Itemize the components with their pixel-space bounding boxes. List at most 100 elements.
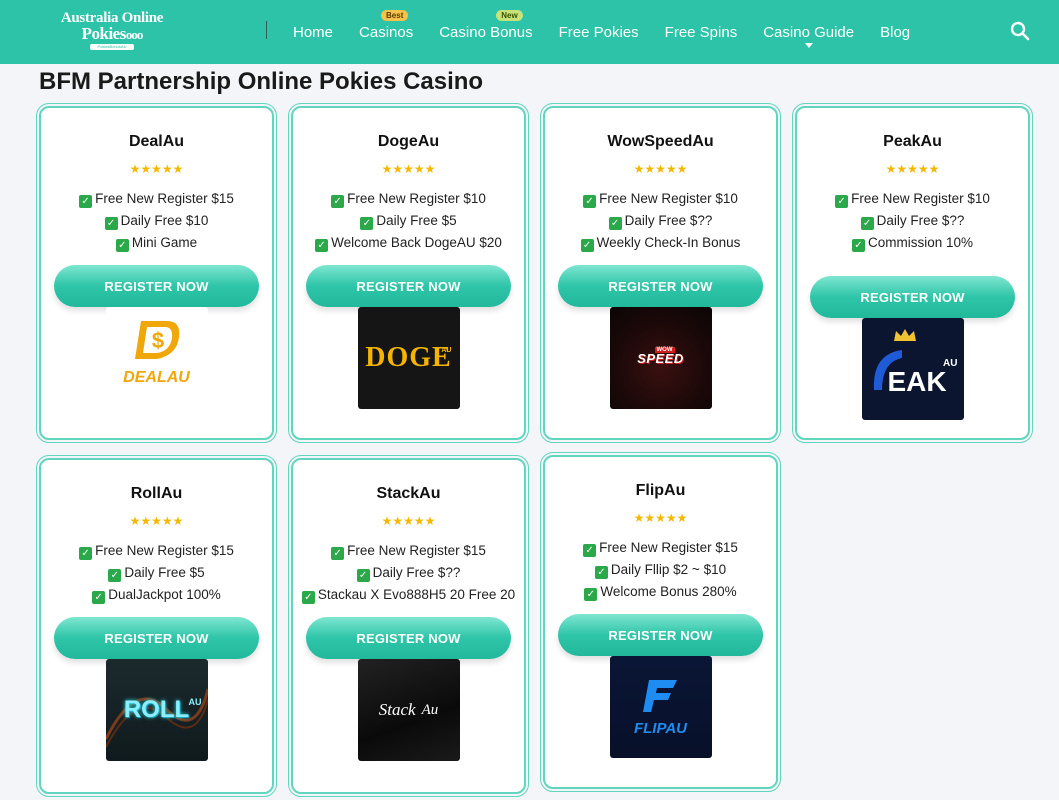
feature-item: ✓ Free New Register $10 [293,188,524,210]
logo-text: FLIPAU [633,720,688,737]
feature-text: Welcome Bonus 280% [600,584,737,599]
feature-item: ✓ Welcome Back DogeAU $20 [293,232,524,254]
feature-list: ✓ Free New Register $15 ✓ Daily Free $5 ✓ Dua… [41,540,272,606]
feature-item: ✓ DualJackpot 100% [41,584,272,606]
feature-text: Weekly Check-In Bonus [596,235,741,250]
check-icon: ✓ [315,239,329,252]
feature-text: Daily Free $10 [120,213,209,228]
site-logo[interactable]: Australia Online Pokiesooo PokiesBonusAU [57,11,167,50]
check-icon: ✓ [580,239,594,252]
check-icon: ✓ [583,544,597,557]
feature-item: ✓ Daily Free $?? [797,210,1028,232]
casino-logo[interactable]: $ DEALAU [105,307,208,409]
flip-f-emblem [642,680,677,712]
casino-logo[interactable]: ROLL AU [105,659,208,761]
svg-text:$: $ [151,328,163,353]
site-header: Australia Online Pokiesooo PokiesBonusAU… [0,0,1059,64]
casino-card-stackau: StackAu ★★★★★ ✓ Free New Register $15 ✓ Dai… [288,455,529,797]
rating-stars: ★★★★★ [381,162,436,176]
feature-text: DualJackpot 100% [108,587,221,602]
rating-stars: ★★★★★ [633,162,688,176]
logo-text: Stack [378,700,416,719]
feature-item: ✓ Free New Register $15 [41,540,272,562]
feature-text: Free New Register $10 [851,191,990,206]
nav-casino-bonus[interactable]: New Casino Bonus [426,0,545,64]
feature-text: Daily Free $?? [876,213,965,228]
check-icon: ✓ [583,195,597,208]
crown-icon [893,329,916,341]
casino-logo[interactable]: FLIPAU [609,656,712,758]
logo-text: DOGE [365,342,452,373]
page-title: BFM Partnership Online Pokies Casino [39,68,484,95]
check-icon: ✓ [360,217,374,230]
feature-item: ✓ Mini Game [41,232,272,254]
feature-text: Free New Register $15 [599,540,738,555]
check-icon: ✓ [584,588,598,601]
register-now-button[interactable]: REGISTER NOW [558,614,763,656]
feature-list: ✓ Free New Register $15 ✓ Daily Fllip $2 ~ … [545,537,776,603]
register-now-button[interactable]: REGISTER NOW [810,276,1015,318]
register-now-button[interactable]: REGISTER NOW [306,265,511,307]
check-icon: ✓ [594,566,608,579]
logo-sup: AU [441,347,452,354]
feature-item: ✓ Daily Free $5 [41,562,272,584]
nav-free-pokies[interactable]: Free Pokies [546,0,652,64]
casino-name: PeakAu [883,133,942,150]
nav-blog[interactable]: Blog [867,0,923,64]
feature-item: ✓ Stackau X Evo888H5 20 Free 20 [293,584,524,606]
feature-text: Free New Register $10 [347,191,486,206]
casino-logo[interactable]: DOGE AU [357,307,460,409]
rating-stars: ★★★★★ [885,162,940,176]
casino-logo[interactable]: Stack Au [357,659,460,761]
casino-logo[interactable]: EAK AU [861,318,964,420]
register-now-button[interactable]: REGISTER NOW [306,617,511,659]
feature-text: Free New Register $10 [599,191,738,206]
nav-free-spins-label: Free Spins [664,23,738,41]
casino-name: WowSpeedAu [607,133,714,150]
feature-item: ✓ Free New Register $10 [545,188,776,210]
check-icon: ✓ [79,547,93,560]
new-badge: New [496,10,523,21]
feature-list: ✓ Free New Register $10 ✓ Daily Free $?? ✓ We… [545,188,776,254]
logo-tagline: PokiesBonusAU [90,44,134,50]
check-icon: ✓ [301,591,315,604]
feature-item: ✓ Daily Fllip $2 ~ $10 [545,559,776,581]
feature-text: Welcome Back DogeAU $20 [331,235,502,250]
rating-stars: ★★★★★ [381,514,436,528]
register-now-button[interactable]: REGISTER NOW [558,265,763,307]
rating-stars: ★★★★★ [129,514,184,528]
register-now-button[interactable]: REGISTER NOW [54,617,259,659]
rating-stars: ★★★★★ [633,511,688,525]
chevron-down-icon [804,43,813,48]
check-icon: ✓ [331,547,345,560]
feature-item: ✓ Welcome Bonus 280% [545,581,776,603]
register-now-button[interactable]: REGISTER NOW [54,265,259,307]
check-icon: ✓ [331,195,345,208]
feature-item: ✓ Free New Register $15 [41,188,272,210]
nav-free-pokies-label: Free Pokies [558,23,639,41]
main-nav: Home Best Casinos New Casino Bonus Free … [280,0,923,64]
feature-item: ✓ Daily Free $5 [293,210,524,232]
casino-name: FlipAu [635,482,686,499]
casino-name: DogeAu [377,133,440,150]
casino-card-wowspeedau: WowSpeedAu ★★★★★ ✓ Free New Register $10 ✓… [540,103,781,443]
nav-casinos[interactable]: Best Casinos [346,0,426,64]
nav-free-spins[interactable]: Free Spins [652,0,751,64]
casino-card-dogeau: DogeAu ★★★★★ ✓ Free New Register $10 ✓ Dail… [288,103,529,443]
nav-casino-guide[interactable]: Casino Guide [750,0,867,64]
casino-logo[interactable]: WOW SPEED [609,307,712,409]
casino-card-dealau: DealAu ★★★★★ ✓ Free New Register $15 ✓ Dail… [36,103,277,443]
search-icon[interactable] [1010,21,1030,41]
nav-home[interactable]: Home [280,0,346,64]
casino-name: StackAu [376,485,441,502]
feature-list: ✓ Free New Register $10 ✓ Daily Free $5 ✓ Wel… [293,188,524,254]
nav-blog-label: Blog [880,23,911,41]
feature-list: ✓ Free New Register $10 ✓ Daily Free $?? ✓ Co… [797,188,1028,254]
casino-name: DealAu [128,133,185,150]
feature-item: ✓ Daily Free $?? [545,210,776,232]
feature-text: Daily Free $5 [124,565,205,580]
feature-text: Stackau X Evo888H5 20 Free 20 [317,587,516,602]
feature-text: Free New Register $15 [347,543,486,558]
logo-line-2: Pokiesooo [57,25,167,43]
feature-item: ✓ Free New Register $15 [545,537,776,559]
